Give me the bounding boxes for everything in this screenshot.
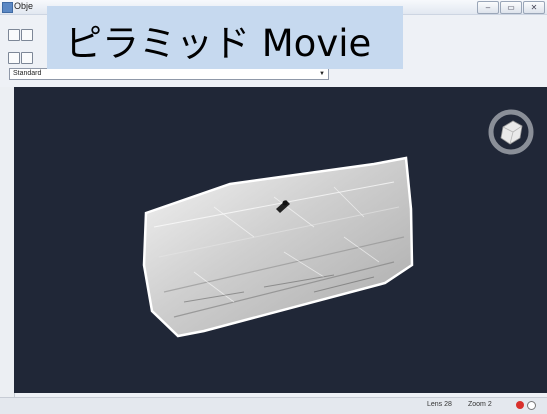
- viewport-canvas: [142, 109, 534, 338]
- record-indicator-icon[interactable]: [516, 401, 524, 409]
- view-cube-icon[interactable]: [488, 109, 534, 155]
- shaded-icon[interactable]: [21, 52, 33, 64]
- zoom-value: Zoom 2: [468, 401, 492, 408]
- visual-style-value: Standard: [13, 70, 42, 77]
- tool-button[interactable]: [21, 29, 33, 41]
- overlay-title-banner: ピラミッド Movie: [47, 6, 403, 69]
- save-icon[interactable]: [8, 29, 20, 41]
- minimize-button[interactable]: –: [477, 1, 499, 14]
- lens-value: Lens 28: [427, 401, 452, 408]
- maximize-button[interactable]: ▭: [500, 1, 522, 14]
- status-circle-icon[interactable]: [527, 401, 536, 410]
- 3d-viewport[interactable]: [14, 87, 547, 393]
- 3d-model-slab[interactable]: [142, 156, 414, 338]
- wireframe-icon[interactable]: [8, 52, 20, 64]
- left-panel-edge: [0, 87, 15, 397]
- visual-style-select[interactable]: Standard ▼: [9, 68, 329, 80]
- window-title: Obje: [14, 1, 34, 11]
- banner-title: ピラミッド Movie: [65, 22, 372, 65]
- close-button[interactable]: ✕: [523, 1, 545, 14]
- app-icon: [2, 2, 13, 13]
- chevron-down-icon: ▼: [319, 71, 325, 77]
- status-bar: Lens 28 Zoom 2: [0, 397, 547, 414]
- application-window: Obje – ▭ ✕ Standard ▼ ピラミッド Movie Lens 2…: [0, 0, 547, 414]
- window-controls: – ▭ ✕: [477, 1, 545, 14]
